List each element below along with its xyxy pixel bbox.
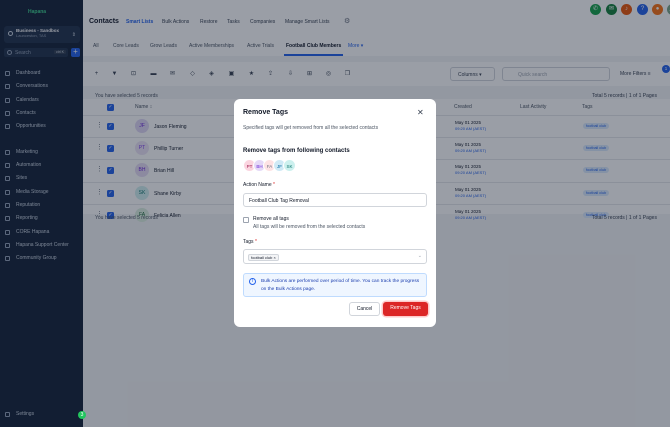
contacts-heading: Remove tags from following contacts bbox=[243, 148, 350, 154]
tags-label: Tags * bbox=[243, 239, 257, 245]
selected-tag-label: football club bbox=[251, 255, 273, 260]
info-banner: i Bulk Actions are performed over period… bbox=[243, 273, 427, 297]
modal-description: Specified tags will get removed from all… bbox=[243, 125, 379, 131]
info-text: Bulk Actions are performed over period o… bbox=[261, 279, 420, 292]
required-mark: * bbox=[254, 239, 257, 245]
action-name-label: Action Name * bbox=[243, 182, 275, 188]
remove-all-tags-checkbox[interactable] bbox=[243, 217, 249, 223]
cancel-button[interactable]: Cancel bbox=[349, 302, 380, 316]
remove-all-tags-description: All tags will be removed from the select… bbox=[253, 224, 366, 230]
notification-badge: 3 bbox=[78, 411, 86, 419]
required-mark: * bbox=[273, 182, 275, 188]
close-icon[interactable]: ✕ bbox=[417, 108, 424, 117]
selected-tag-chip[interactable]: football club × bbox=[248, 254, 279, 261]
remove-chip-icon[interactable]: × bbox=[273, 255, 275, 260]
tags-label-text: Tags bbox=[243, 239, 254, 245]
chevron-down-icon: ⌄ bbox=[417, 253, 422, 259]
tags-select[interactable]: football club × ⌄ bbox=[243, 249, 427, 264]
action-name-label-text: Action Name bbox=[243, 182, 272, 188]
contact-avatar: SK bbox=[283, 159, 296, 172]
remove-tags-button[interactable]: Remove Tags bbox=[383, 302, 428, 316]
action-name-input[interactable]: Football Club Tag Removal bbox=[243, 193, 427, 207]
remove-all-tags-label: Remove all tags bbox=[253, 216, 289, 222]
modal-title: Remove Tags bbox=[243, 109, 288, 116]
remove-tags-modal: Remove Tags ✕ Specified tags will get re… bbox=[234, 99, 436, 327]
info-icon: i bbox=[249, 278, 256, 285]
